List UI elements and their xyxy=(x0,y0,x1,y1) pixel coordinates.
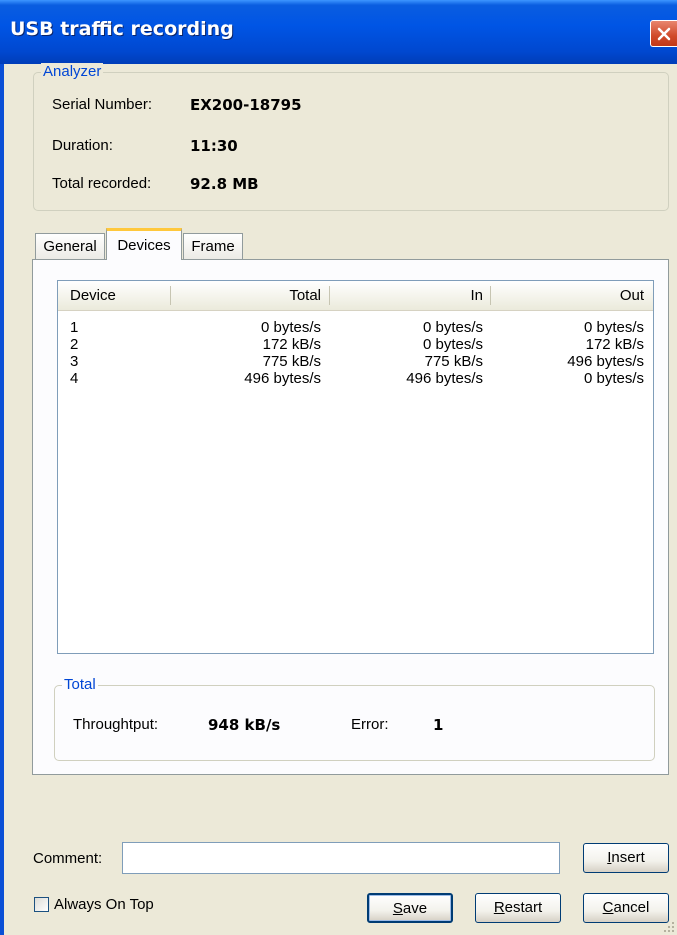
cell-out: 0 bytes/s xyxy=(583,319,644,336)
duration-label: Duration: xyxy=(52,137,113,154)
duration-value: 11:30 xyxy=(190,137,238,155)
cell-total: 0 bytes/s xyxy=(260,319,321,336)
devices-list-header: Device Total In Out xyxy=(58,281,653,311)
total-group: Total Throughtput: 948 kB/s Error: 1 xyxy=(54,676,655,761)
throughput-label: Throughtput: xyxy=(73,716,159,733)
devices-tab-panel: Device Total In Out 1 0 bytes/s 0 bytes/… xyxy=(32,259,669,775)
cell-in: 496 bytes/s xyxy=(406,370,483,387)
cell-out: 496 bytes/s xyxy=(567,353,644,370)
total-recorded-label: Total recorded: xyxy=(52,175,152,192)
cell-total: 172 kB/s xyxy=(262,336,321,353)
analyzer-group: Analyzer Serial Number: EX200-18795 Dura… xyxy=(33,63,669,211)
title-bar: USB traffic recording xyxy=(0,0,677,64)
analyzer-legend: Analyzer xyxy=(41,63,104,80)
cell-total: 496 bytes/s xyxy=(244,370,321,387)
column-header-device[interactable]: Device xyxy=(70,281,116,310)
window-title: USB traffic recording xyxy=(10,18,234,40)
close-button[interactable] xyxy=(650,20,677,47)
column-header-total[interactable]: Total xyxy=(171,281,321,310)
save-accesskey: S xyxy=(392,900,403,917)
cell-out: 172 kB/s xyxy=(585,336,644,353)
insert-label: nsert xyxy=(611,849,645,866)
restart-accesskey: R xyxy=(493,899,505,916)
cell-device: 1 xyxy=(70,319,79,336)
tab-frame[interactable]: Frame xyxy=(183,233,243,259)
total-legend: Total xyxy=(62,676,98,693)
close-icon xyxy=(657,27,671,41)
save-button[interactable]: Save xyxy=(367,893,453,923)
throughput-value: 948 kB/s xyxy=(208,716,281,734)
cell-in: 0 bytes/s xyxy=(422,336,483,353)
total-recorded-value: 92.8 MB xyxy=(190,175,259,193)
column-header-out[interactable]: Out xyxy=(491,281,644,310)
window-frame xyxy=(0,64,4,935)
cell-out: 0 bytes/s xyxy=(583,370,644,387)
cancel-label: ancel xyxy=(613,899,650,916)
save-label: ave xyxy=(402,900,428,917)
error-value: 1 xyxy=(433,716,444,734)
always-on-top-checkbox[interactable] xyxy=(34,897,49,912)
serial-number-label: Serial Number: xyxy=(52,96,153,113)
tab-devices[interactable]: Devices xyxy=(106,228,182,260)
tab-general[interactable]: General xyxy=(35,233,105,259)
error-label: Error: xyxy=(351,716,389,733)
column-header-in[interactable]: In xyxy=(330,281,483,310)
devices-list[interactable]: Device Total In Out 1 0 bytes/s 0 bytes/… xyxy=(57,280,654,654)
cell-in: 0 bytes/s xyxy=(422,319,483,336)
cell-in: 775 kB/s xyxy=(424,353,483,370)
always-on-top-label[interactable]: Always On Top xyxy=(54,896,154,913)
comment-input[interactable] xyxy=(122,842,560,874)
cell-device: 3 xyxy=(70,353,79,370)
cell-total: 775 kB/s xyxy=(262,353,321,370)
resize-grip-icon[interactable] xyxy=(663,921,675,933)
comment-label: Comment: xyxy=(33,850,103,867)
cancel-button[interactable]: Cancel xyxy=(583,893,669,923)
restart-label: estart xyxy=(504,899,543,916)
serial-number-value: EX200-18795 xyxy=(190,96,302,114)
cell-device: 2 xyxy=(70,336,79,353)
restart-button[interactable]: Restart xyxy=(475,893,561,923)
cell-device: 4 xyxy=(70,370,79,387)
cancel-accesskey: C xyxy=(602,899,614,916)
insert-button[interactable]: Insert xyxy=(583,843,669,873)
